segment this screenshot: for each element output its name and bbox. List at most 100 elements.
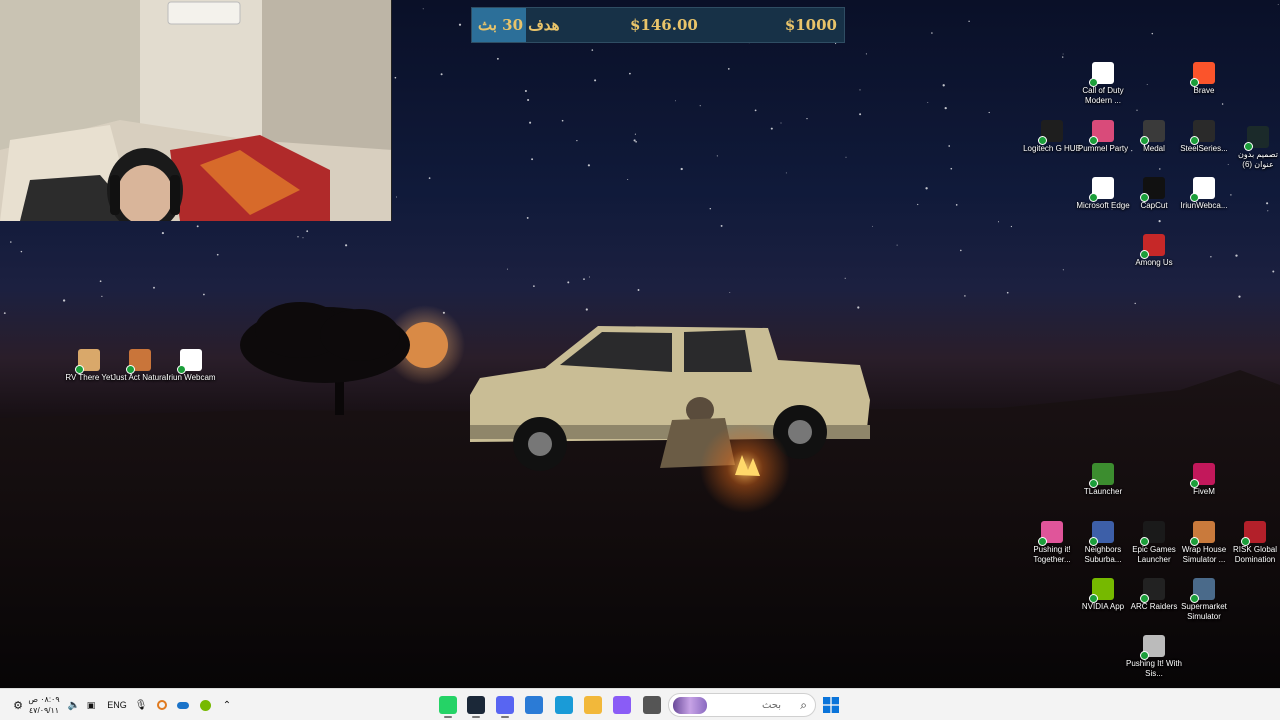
sync-status-icon xyxy=(177,365,186,374)
risk-icon xyxy=(1241,521,1266,546)
edge-app-button[interactable] xyxy=(551,692,577,718)
desktop-shortcut[interactable]: IriunWebca... xyxy=(1174,177,1234,211)
sync-status-icon xyxy=(1038,136,1047,145)
clock-date: ٤٧/٠٩/١١ xyxy=(28,706,60,715)
desktop-shortcut-label: Pushing It! With Sis... xyxy=(1125,659,1183,678)
store-icon xyxy=(525,696,543,714)
sync-status-icon xyxy=(1140,651,1149,660)
goal-target-amount: $1000 xyxy=(784,16,837,34)
goal-current-amount: $146.00 xyxy=(630,16,698,34)
task-view-app-button[interactable] xyxy=(639,692,665,718)
sync-status-icon xyxy=(1089,594,1098,603)
steelseries-icon xyxy=(1190,120,1215,145)
steam-icon xyxy=(467,696,485,714)
sync-status-icon xyxy=(1089,537,1098,546)
sync-status-icon xyxy=(1244,142,1253,151)
epic-games-icon xyxy=(1140,521,1165,546)
sync-icon[interactable] xyxy=(154,689,170,720)
pummel-party-icon xyxy=(1089,120,1114,145)
search-highlight-icon xyxy=(673,697,707,714)
desktop-shortcut-label: Among Us xyxy=(1135,258,1173,267)
sync-status-icon xyxy=(1190,537,1199,546)
desktop-shortcut[interactable]: Among Us xyxy=(1124,234,1184,268)
document-icon xyxy=(1089,177,1114,202)
taskbar-clock[interactable]: ٠٨:٠٩ ص ٤٧/٠٩/١١ xyxy=(26,694,62,716)
file-explorer-icon xyxy=(584,696,602,714)
desktop-shortcut-label: Call of Duty Modern ... xyxy=(1082,86,1124,105)
document-icon xyxy=(1089,62,1114,87)
desktop-shortcut[interactable]: Pushing It! With Sis... xyxy=(1124,635,1184,679)
goal-label: هدف 30 بث xyxy=(478,16,560,34)
desktop-shortcut[interactable]: Call of Duty Modern ... xyxy=(1073,62,1133,106)
sync-status-icon xyxy=(1140,537,1149,546)
sync-status-icon xyxy=(1190,479,1199,488)
medal-icon xyxy=(1140,120,1165,145)
desktop-shortcut[interactable]: Iriun Webcam xyxy=(161,349,221,383)
task-view-icon xyxy=(643,696,661,714)
volume-icon[interactable]: 🔈 xyxy=(66,689,82,720)
just-act-natural-icon xyxy=(126,349,151,374)
search-placeholder: بحث xyxy=(761,700,781,711)
fivem-icon xyxy=(1190,463,1215,488)
language-indicator[interactable]: ENG xyxy=(104,689,130,720)
sync-status-icon xyxy=(1140,594,1149,603)
copilot-icon xyxy=(613,696,631,714)
desktop-shortcut-label: FiveM xyxy=(1193,487,1215,496)
nvidia-tray-icon[interactable] xyxy=(197,689,213,720)
taskbar: ⚙ ٠٨:٠٩ ص ٤٧/٠٩/١١ 🔈 ▣ ENG 🎙 ⌃ بحث ⌕ xyxy=(0,688,1280,720)
sync-status-icon xyxy=(1140,136,1149,145)
sync-status-icon xyxy=(1190,594,1199,603)
pushing-it-icon xyxy=(1038,521,1063,546)
sync-status-icon xyxy=(75,365,84,374)
steam-app-button[interactable] xyxy=(463,692,489,718)
store-app-button[interactable] xyxy=(521,692,547,718)
desktop-shortcut[interactable]: TLauncher xyxy=(1073,463,1133,497)
sync-status-icon xyxy=(1190,136,1199,145)
tlauncher-icon xyxy=(1089,463,1114,488)
supermarket-icon xyxy=(1190,578,1215,603)
clock-time: ٠٨:٠٩ ص xyxy=(28,695,60,704)
desktop-shortcut[interactable]: Supermarket Simulator xyxy=(1174,578,1234,622)
sync-status-icon xyxy=(1140,193,1149,202)
whatsapp-app-button[interactable] xyxy=(435,692,461,718)
nvidia-icon xyxy=(1089,578,1114,603)
sync-status-icon xyxy=(126,365,135,374)
desktop-shortcut[interactable]: SteelSeries... xyxy=(1174,120,1234,154)
microphone-icon[interactable]: 🎙 xyxy=(134,689,148,720)
rv-there-yet-icon xyxy=(75,349,100,374)
among-us-icon xyxy=(1140,234,1165,259)
desktop-shortcut-label: RISK Global Domination xyxy=(1232,545,1278,564)
sync-status-icon xyxy=(1089,78,1098,87)
logitech-g-icon xyxy=(1038,120,1063,145)
search-icon: ⌕ xyxy=(800,698,807,712)
search-input[interactable]: بحث ⌕ xyxy=(668,693,816,717)
neighbors-icon xyxy=(1089,521,1114,546)
desktop-shortcut-label: IriunWebca... xyxy=(1180,201,1228,210)
iriun-webcam-icon xyxy=(177,349,202,374)
desktop-shortcut[interactable]: RISK Global Domination xyxy=(1225,521,1280,565)
copilot-app-button[interactable] xyxy=(609,692,635,718)
discord-app-button[interactable] xyxy=(492,692,518,718)
capcut-icon xyxy=(1140,177,1165,202)
sync-status-icon xyxy=(1038,537,1047,546)
network-icon[interactable]: ▣ xyxy=(84,689,98,720)
desktop-shortcut[interactable]: Brave xyxy=(1174,62,1234,96)
desktop-shortcut-label: Supermarket Simulator xyxy=(1181,602,1227,621)
donation-goal-bar: هدف 30 بث $146.00 $1000 xyxy=(471,7,845,43)
webcam-feed xyxy=(0,0,391,221)
desktop-shortcut-label: Brave xyxy=(1193,86,1215,95)
desktop-shortcut[interactable]: FiveM xyxy=(1174,463,1234,497)
file-explorer-app-button[interactable] xyxy=(580,692,606,718)
desktop-shortcut[interactable]: تصميم بدون عنوان (6) xyxy=(1228,126,1280,170)
sync-status-icon xyxy=(1190,193,1199,202)
sync-status-icon xyxy=(1089,479,1098,488)
settings-icon[interactable]: ⚙ xyxy=(10,689,26,720)
edge-icon xyxy=(555,696,573,714)
show-hidden-icons-chevron-icon[interactable]: ⌃ xyxy=(219,689,235,720)
desktop-shortcut-label: Iriun Webcam xyxy=(166,373,216,382)
windows-logo-icon xyxy=(823,697,839,713)
desktop-shortcut-label: SteelSeries... xyxy=(1180,144,1228,153)
start-button[interactable] xyxy=(820,689,842,720)
onedrive-icon[interactable] xyxy=(175,689,191,720)
discord-icon xyxy=(496,696,514,714)
